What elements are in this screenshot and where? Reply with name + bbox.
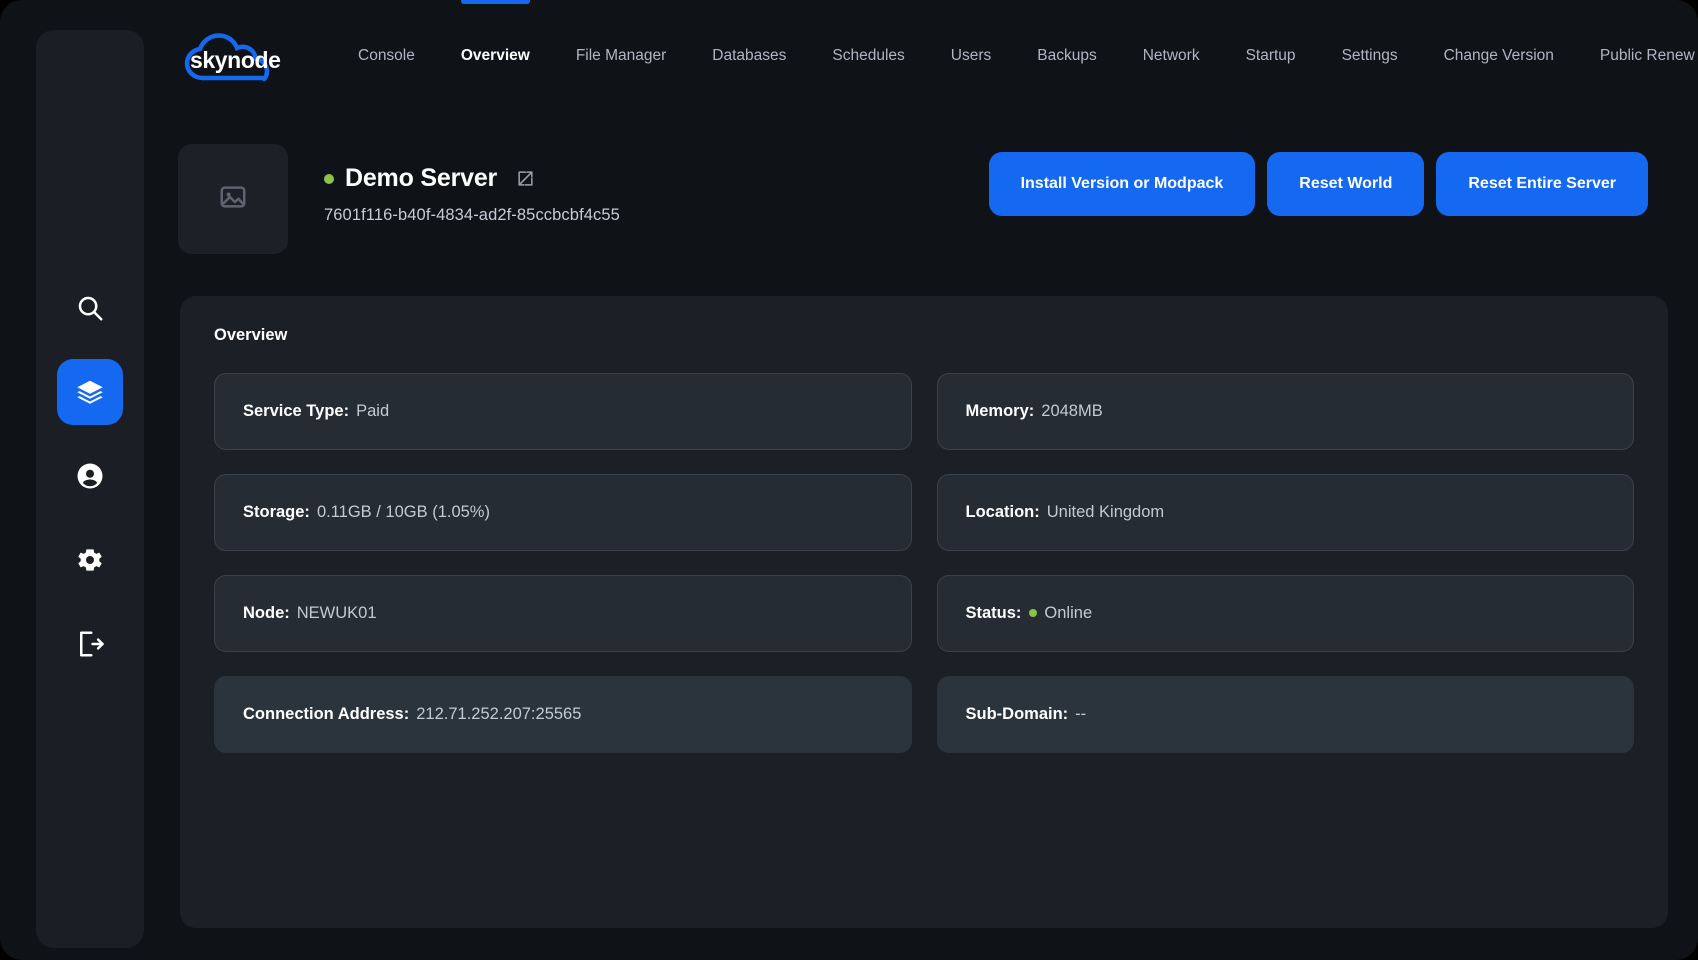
edit-icon[interactable] — [516, 169, 535, 188]
overview-card-status: Status: Online — [937, 575, 1635, 652]
card-value: Online — [1044, 604, 1092, 623]
server-thumbnail[interactable] — [178, 144, 288, 254]
card-label: Status: — [966, 604, 1022, 623]
layers-icon — [75, 377, 105, 407]
card-value: -- — [1075, 705, 1086, 724]
server-name: Demo Server — [345, 164, 497, 193]
nav-item-change-version[interactable]: Change Version — [1421, 0, 1577, 112]
brand-logo[interactable]: skynode — [175, 28, 285, 86]
nav-item-schedules[interactable]: Schedules — [809, 0, 927, 112]
nav-item-backups[interactable]: Backups — [1014, 0, 1119, 112]
app-window: skynode Console Overview File Manager Da… — [0, 0, 1698, 960]
card-label: Connection Address: — [243, 705, 409, 724]
card-label: Storage: — [243, 503, 310, 522]
status-dot-icon — [1029, 609, 1037, 617]
card-value: 2048MB — [1041, 402, 1102, 421]
card-label: Location: — [966, 503, 1040, 522]
nav-item-databases[interactable]: Databases — [689, 0, 809, 112]
card-value: 212.71.252.207:25565 — [416, 705, 581, 724]
sidebar-item-servers[interactable] — [57, 359, 123, 425]
card-label: Service Type: — [243, 402, 349, 421]
nav-item-public-renew-page[interactable]: Public Renew Page — [1577, 0, 1698, 112]
card-value: NEWUK01 — [297, 604, 377, 623]
sidebar-item-logout[interactable] — [57, 611, 123, 677]
search-icon — [75, 293, 105, 323]
card-value: 0.11GB / 10GB (1.05%) — [317, 503, 490, 522]
logout-icon — [75, 629, 105, 659]
nav-links: Console Overview File Manager Databases … — [335, 0, 1678, 112]
overview-card-connection-address: Connection Address: 212.71.252.207:25565 — [214, 676, 912, 753]
nav-item-file-manager[interactable]: File Manager — [553, 0, 689, 112]
sidebar-item-settings[interactable] — [57, 527, 123, 593]
reset-entire-server-button[interactable]: Reset Entire Server — [1436, 152, 1648, 216]
overview-card-service-type: Service Type: Paid — [214, 373, 912, 450]
brand-name: skynode — [190, 47, 281, 74]
top-navigation: skynode Console Overview File Manager Da… — [160, 0, 1698, 112]
server-header: Demo Server 7601f116-b40f-4834-ad2f-85cc… — [178, 142, 1668, 252]
overview-card-sub-domain: Sub-Domain: -- — [937, 676, 1635, 753]
gear-icon — [75, 545, 105, 575]
overview-card-memory: Memory: 2048MB — [937, 373, 1635, 450]
reset-world-button[interactable]: Reset World — [1267, 152, 1424, 216]
overview-panel: Overview Service Type: Paid Memory: 2048… — [180, 296, 1668, 928]
nav-item-console[interactable]: Console — [335, 0, 438, 112]
nav-item-settings[interactable]: Settings — [1319, 0, 1421, 112]
card-label: Node: — [243, 604, 290, 623]
overview-card-storage: Storage: 0.11GB / 10GB (1.05%) — [214, 474, 912, 551]
server-actions: Install Version or Modpack Reset World R… — [989, 152, 1648, 216]
server-title-row: Demo Server — [324, 164, 535, 193]
nav-item-users[interactable]: Users — [928, 0, 1014, 112]
server-uuid: 7601f116-b40f-4834-ad2f-85ccbcbf4c55 — [324, 206, 620, 225]
install-version-button[interactable]: Install Version or Modpack — [989, 152, 1256, 216]
overview-card-node: Node: NEWUK01 — [214, 575, 912, 652]
image-placeholder-icon — [218, 182, 248, 217]
card-label: Memory: — [966, 402, 1035, 421]
overview-grid: Service Type: Paid Memory: 2048MB Storag… — [214, 373, 1634, 753]
card-value: United Kingdom — [1047, 503, 1164, 522]
card-label: Sub-Domain: — [966, 705, 1069, 724]
sidebar-item-account[interactable] — [57, 443, 123, 509]
nav-item-startup[interactable]: Startup — [1223, 0, 1319, 112]
sidebar-item-search[interactable] — [57, 275, 123, 341]
left-sidebar — [36, 30, 144, 948]
overview-card-location: Location: United Kingdom — [937, 474, 1635, 551]
card-value: Paid — [356, 402, 389, 421]
account-circle-icon — [75, 461, 105, 491]
server-status-dot — [324, 174, 334, 184]
nav-item-network[interactable]: Network — [1120, 0, 1223, 112]
nav-item-overview[interactable]: Overview — [438, 0, 553, 112]
panel-title: Overview — [214, 326, 1634, 345]
